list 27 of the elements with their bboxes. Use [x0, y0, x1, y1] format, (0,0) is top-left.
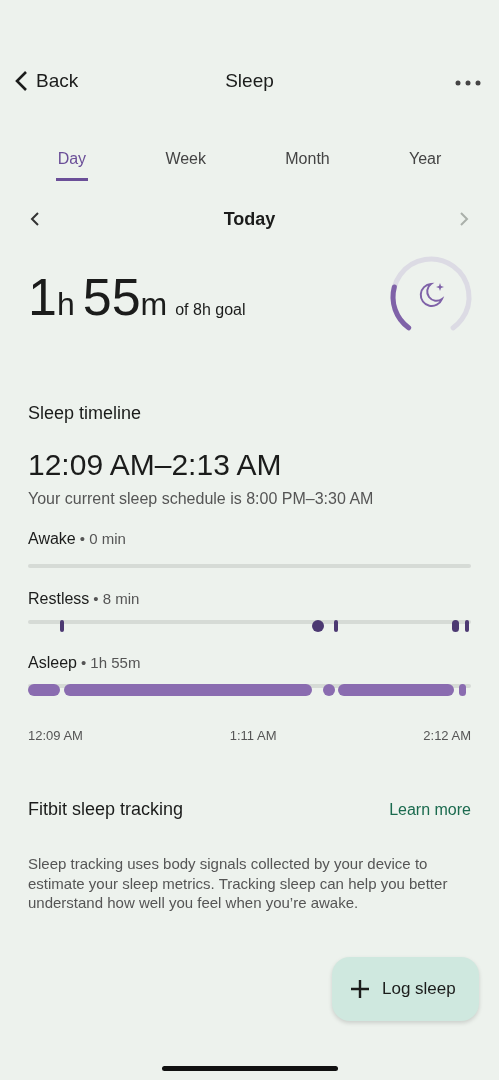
axis-label: 2:12 AM [423, 728, 471, 743]
plus-icon [350, 979, 370, 999]
log-sleep-button[interactable]: Log sleep [332, 957, 479, 1021]
learn-more-link[interactable]: Learn more [389, 801, 471, 819]
sleep-range: 12:09 AM–2:13 AM [28, 448, 283, 482]
tab[interactable]: Year [407, 144, 444, 181]
tab[interactable]: Month [283, 144, 332, 181]
back-icon [14, 70, 28, 92]
stage-duration: • 8 min [93, 590, 140, 607]
section-title: Fitbit sleep tracking [28, 799, 184, 820]
moon-icon [419, 283, 444, 307]
back-button[interactable]: Back [14, 70, 79, 92]
stage-name: Asleep [28, 654, 77, 671]
axis-label: 1:11 AM [229, 728, 277, 743]
schedule-text: Your current sleep schedule is 8:00 PM–3:30 AM [28, 490, 375, 508]
stage-duration: • 1h 55m [80, 654, 141, 671]
section-title: Sleep timeline [28, 403, 143, 424]
date-label: Today [223, 208, 276, 230]
screen-title: Sleep [225, 70, 274, 92]
stage-duration: • 0 min [79, 530, 126, 547]
tab[interactable]: Week [163, 144, 208, 181]
stage-name: Restless [28, 590, 90, 607]
axis-label: 12:09 AM [28, 728, 83, 743]
tab[interactable]: Day [55, 144, 89, 181]
sleep-duration: 1h 55m of 8h goal [28, 267, 246, 327]
stage-name: Awake [28, 530, 76, 547]
description-text: Sleep tracking uses body signals collected by your device to estimate your sleep metrics. Tracking sleep can help you better understand how well you feel when you’re awake. [28, 854, 449, 913]
